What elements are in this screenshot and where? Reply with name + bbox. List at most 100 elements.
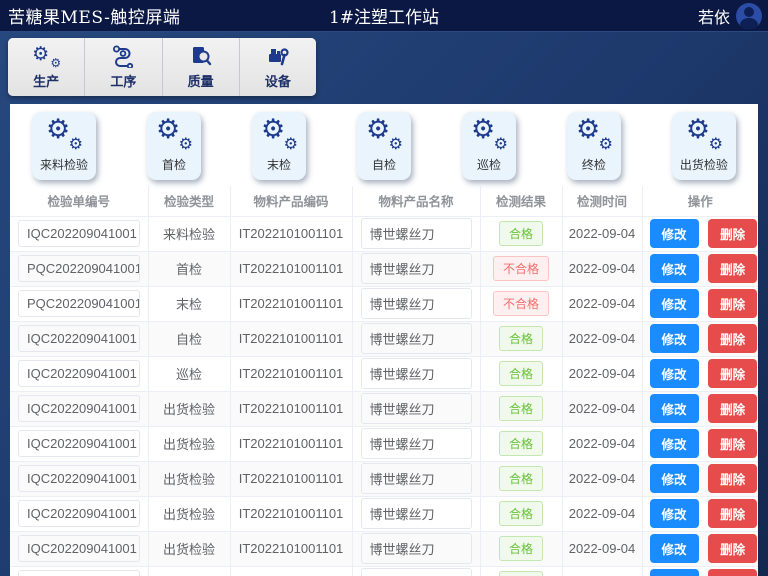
avatar[interactable] <box>736 3 762 29</box>
edit-button[interactable]: 修改 <box>650 394 699 423</box>
inspection-date-cell: 2022-09-04 <box>562 356 642 391</box>
material-name-cell: 博世螺丝刀 <box>361 358 472 389</box>
delete-button[interactable]: 删除 <box>708 464 757 493</box>
edit-button[interactable]: 修改 <box>650 289 699 318</box>
material-name-cell: 博世螺丝刀 <box>361 253 472 284</box>
qc-card[interactable]: ⚙⚙ 出货检验 <box>672 112 736 180</box>
tab-quality[interactable]: 质量 <box>163 38 240 96</box>
material-code-cell: IT2022101001101 <box>230 566 352 576</box>
qc-card[interactable]: ⚙⚙ 巡检 <box>462 112 516 180</box>
gears-icon: ⚙⚙ <box>576 116 612 150</box>
gears-icon: ⚙⚙ <box>471 116 507 150</box>
qc-card[interactable]: ⚙⚙ 自检 <box>357 112 411 180</box>
qc-card[interactable]: ⚙⚙ 首检 <box>147 112 201 180</box>
col-header-material-code: 物料产品编码 <box>230 186 352 216</box>
material-name-cell: 博世螺丝刀 <box>361 218 472 249</box>
tab-label: 设备 <box>265 71 291 90</box>
edit-button[interactable]: 修改 <box>650 219 699 248</box>
inspection-type-cell: 首检 <box>148 251 230 286</box>
inspection-date-cell: 2022-09-04 <box>562 251 642 286</box>
inspection-type-cell: 出货检验 <box>148 426 230 461</box>
inspection-table: 检验单编号 检验类型 物料产品编码 物料产品名称 检测结果 检测时间 操作 IQ… <box>10 186 758 576</box>
table-row: PQC202209041001 末检 IT2022101001101 博世螺丝刀… <box>10 286 758 321</box>
qc-card[interactable]: ⚙⚙ 终检 <box>567 112 621 180</box>
delete-button[interactable]: 删除 <box>708 534 757 563</box>
tab-equipment[interactable]: 设备 <box>240 38 316 96</box>
delete-button[interactable]: 删除 <box>708 499 757 528</box>
inspection-type-cell: 出货检验 <box>148 461 230 496</box>
inspection-type-cell: 来料检验 <box>148 216 230 251</box>
inspection-date-cell: 2022-09-04 <box>562 496 642 531</box>
material-code-cell: IT2022101001101 <box>230 286 352 321</box>
result-badge: 合格 <box>499 431 543 456</box>
qc-card[interactable]: ⚙⚙ 末检 <box>252 112 306 180</box>
user-menu[interactable]: 若依 <box>698 3 762 29</box>
material-name-cell: 博世螺丝刀 <box>361 498 472 529</box>
edit-button[interactable]: 修改 <box>650 254 699 283</box>
edit-button[interactable]: 修改 <box>650 324 699 353</box>
inspection-type-cell: 出货检验 <box>148 496 230 531</box>
order-no-cell: IQC202209041001 <box>18 535 140 562</box>
delete-button[interactable]: 删除 <box>708 324 757 353</box>
material-code-cell: IT2022101001101 <box>230 216 352 251</box>
edit-button[interactable]: 修改 <box>650 464 699 493</box>
delete-button[interactable]: 删除 <box>708 254 757 283</box>
table-row: IQC202209041001 自检 IT2022101001101 博世螺丝刀… <box>10 321 758 356</box>
table-row: PQC202209041001 首检 IT2022101001101 博世螺丝刀… <box>10 251 758 286</box>
order-no-cell: PQC202209041001 <box>18 290 140 317</box>
result-badge: 合格 <box>499 221 543 246</box>
order-no-cell: IQC202209041001 <box>18 500 140 527</box>
inspection-type-cell: 出货检验 <box>148 391 230 426</box>
material-code-cell: IT2022101001101 <box>230 321 352 356</box>
table-row: IQC202209041001 出货检验 IT2022101001101 博世螺… <box>10 391 758 426</box>
content-panel: ⚙⚙ 来料检验 ⚙⚙ 首检 ⚙⚙ 末检 ⚙⚙ 自检 ⚙⚙ 巡检 ⚙⚙ 终检 ⚙⚙… <box>10 104 758 576</box>
order-no-cell: IQC202209041001 <box>18 395 140 422</box>
process-icon <box>111 44 135 68</box>
qc-button-row: ⚙⚙ 来料检验 ⚙⚙ 首检 ⚙⚙ 末检 ⚙⚙ 自检 ⚙⚙ 巡检 ⚙⚙ 终检 ⚙⚙… <box>10 104 758 180</box>
result-badge: 合格 <box>499 326 543 351</box>
table-row: IQC202209041001 巡检 IT2022101001101 博世螺丝刀… <box>10 356 758 391</box>
edit-button[interactable]: 修改 <box>650 429 699 458</box>
module-tabbar: ⚙ ⚙ 生产 工序 质量 <box>8 38 316 96</box>
gears-icon: ⚙⚙ <box>156 116 192 150</box>
inspection-date-cell: 2022-09-04 <box>562 566 642 576</box>
inspection-date-cell: 2022-09-04 <box>562 426 642 461</box>
delete-button[interactable]: 删除 <box>708 359 757 388</box>
material-name-cell: 博世螺丝刀 <box>361 533 472 564</box>
tab-production[interactable]: ⚙ ⚙ 生产 <box>8 38 85 96</box>
table-row: IQC202209041001 出货检验 IT2022101001101 博世螺… <box>10 496 758 531</box>
edit-button[interactable]: 修改 <box>650 569 699 576</box>
qc-card-label: 末检 <box>260 156 298 173</box>
gears-icon: ⚙⚙ <box>366 116 402 150</box>
equipment-icon <box>266 44 290 68</box>
order-no-cell: IQC202209041001 <box>18 360 140 387</box>
material-code-cell: IT2022101001101 <box>230 461 352 496</box>
edit-button[interactable]: 修改 <box>650 534 699 563</box>
qc-card[interactable]: ⚙⚙ 来料检验 <box>32 112 96 180</box>
edit-button[interactable]: 修改 <box>650 359 699 388</box>
col-header-actions: 操作 <box>642 186 758 216</box>
delete-button[interactable]: 删除 <box>708 429 757 458</box>
tab-process[interactable]: 工序 <box>85 38 162 96</box>
order-no-cell: IQC202209041001 <box>18 430 140 457</box>
qc-card-label: 终检 <box>575 156 613 173</box>
table-row: IQC202209041001 出货检验 IT2022101001101 博世螺… <box>10 461 758 496</box>
result-badge: 合格 <box>499 466 543 491</box>
result-badge: 不合格 <box>493 256 549 281</box>
edit-button[interactable]: 修改 <box>650 499 699 528</box>
delete-button[interactable]: 删除 <box>708 394 757 423</box>
quality-icon <box>189 44 213 68</box>
username: 若依 <box>698 4 730 28</box>
material-code-cell: IT2022101001101 <box>230 426 352 461</box>
order-no-cell: IQC202209041001 <box>18 325 140 352</box>
table-row: IQC202209041001 来料检验 IT2022101001101 博世螺… <box>10 216 758 251</box>
material-name-cell: 博世螺丝刀 <box>361 288 472 319</box>
delete-button[interactable]: 删除 <box>708 569 757 576</box>
col-header-result: 检测结果 <box>480 186 562 216</box>
delete-button[interactable]: 删除 <box>708 219 757 248</box>
material-name-cell: 博世螺丝刀 <box>361 428 472 459</box>
gears-icon: ⚙⚙ <box>261 116 297 150</box>
material-code-cell: IT2022101001101 <box>230 531 352 566</box>
delete-button[interactable]: 删除 <box>708 289 757 318</box>
inspection-type-cell: 自检 <box>148 321 230 356</box>
